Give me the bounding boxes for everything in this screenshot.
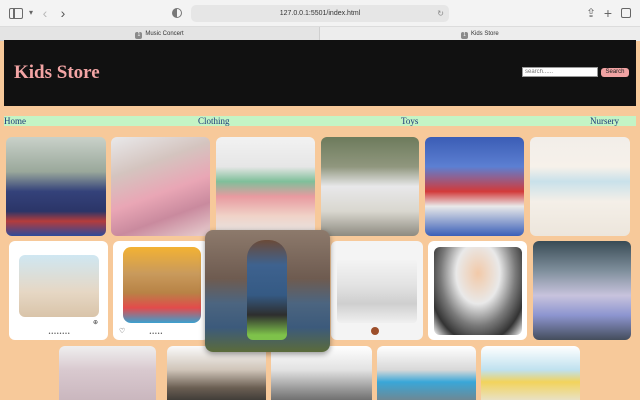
- address-bar[interactable]: 127.0.0.1:5501/index.html ↻: [191, 5, 449, 22]
- product-image-baby-in-walker[interactable]: [533, 241, 631, 340]
- walker-graphic: [434, 247, 522, 335]
- main-nav: Home Clothing Toys Nursery: [4, 116, 636, 126]
- tab-label: Music Concert: [145, 31, 184, 37]
- product-image-crib-mobile[interactable]: [481, 346, 580, 400]
- carousel-dots: ••••••••: [48, 331, 71, 337]
- favicon-icon: 1: [461, 32, 468, 39]
- zoomed-product-popup[interactable]: [205, 230, 330, 352]
- tab-music-concert[interactable]: 1 Music Concert: [0, 27, 320, 41]
- back-arrow-icon[interactable]: ‹: [38, 6, 52, 20]
- tab-label: Kids Store: [471, 31, 499, 37]
- product-image-floral-dress[interactable]: [216, 137, 315, 236]
- chevron-down-icon[interactable]: ▾: [24, 6, 38, 20]
- product-image-high-chair[interactable]: [377, 346, 476, 400]
- privacy-shield-icon[interactable]: [172, 8, 182, 18]
- product-image-girl-fur-jacket[interactable]: [111, 137, 210, 236]
- tab-overview-icon[interactable]: [621, 8, 631, 18]
- product-image-butterfly-dress[interactable]: [530, 137, 630, 236]
- nav-nursery[interactable]: Nursery: [590, 116, 619, 126]
- sidebar-toggle-icon[interactable]: [9, 8, 23, 19]
- product-image-baby-walker[interactable]: [428, 241, 527, 340]
- product-image-soother-toy[interactable]: •••••••• ⊕: [9, 241, 108, 340]
- product-image-bassinet[interactable]: [271, 346, 372, 400]
- tab-kids-store[interactable]: 1 Kids Store: [320, 27, 640, 41]
- product-image-plush-puppy[interactable]: ♡ •••••: [113, 241, 209, 340]
- swing-graphic: [337, 259, 417, 323]
- zoom-icon[interactable]: ⊕: [93, 319, 98, 326]
- product-image-boy-white-outfit[interactable]: [321, 137, 419, 236]
- reload-icon[interactable]: ↻: [437, 5, 444, 22]
- product-image-stroller[interactable]: [167, 346, 266, 400]
- plush-toy-graphic: [123, 247, 201, 323]
- url-text: 127.0.0.1:5501/index.html: [279, 10, 361, 17]
- carousel-dots: •••••: [149, 331, 164, 337]
- browser-toolbar: ▾ ‹ › 127.0.0.1:5501/index.html ↻ ⇪ +: [0, 0, 640, 27]
- heart-icon[interactable]: ♡: [119, 327, 125, 335]
- share-icon[interactable]: ⇪: [584, 6, 598, 20]
- search-button[interactable]: Search: [601, 68, 629, 77]
- tab-bar: 1 Music Concert 1 Kids Store: [0, 27, 640, 41]
- product-image-spiderman-shirt[interactable]: [425, 137, 524, 236]
- search-input[interactable]: [522, 67, 598, 77]
- nav-clothing[interactable]: Clothing: [198, 116, 230, 126]
- favicon-icon: 1: [135, 32, 143, 39]
- new-tab-icon[interactable]: +: [601, 6, 615, 20]
- product-image-play-kitchen[interactable]: [59, 346, 156, 400]
- page-title: Kids Store: [14, 62, 100, 83]
- nav-toys[interactable]: Toys: [401, 116, 418, 126]
- toy-box-graphic: [19, 255, 99, 317]
- nav-home[interactable]: Home: [4, 116, 26, 126]
- forward-arrow-icon[interactable]: ›: [56, 6, 70, 20]
- product-image-swing-slide[interactable]: [331, 241, 423, 340]
- product-image-boy-hoodie[interactable]: [6, 137, 106, 236]
- ball-icon: [371, 327, 379, 335]
- store-header: Kids Store Search: [4, 40, 636, 106]
- boy-skateboard-figure: [247, 240, 287, 340]
